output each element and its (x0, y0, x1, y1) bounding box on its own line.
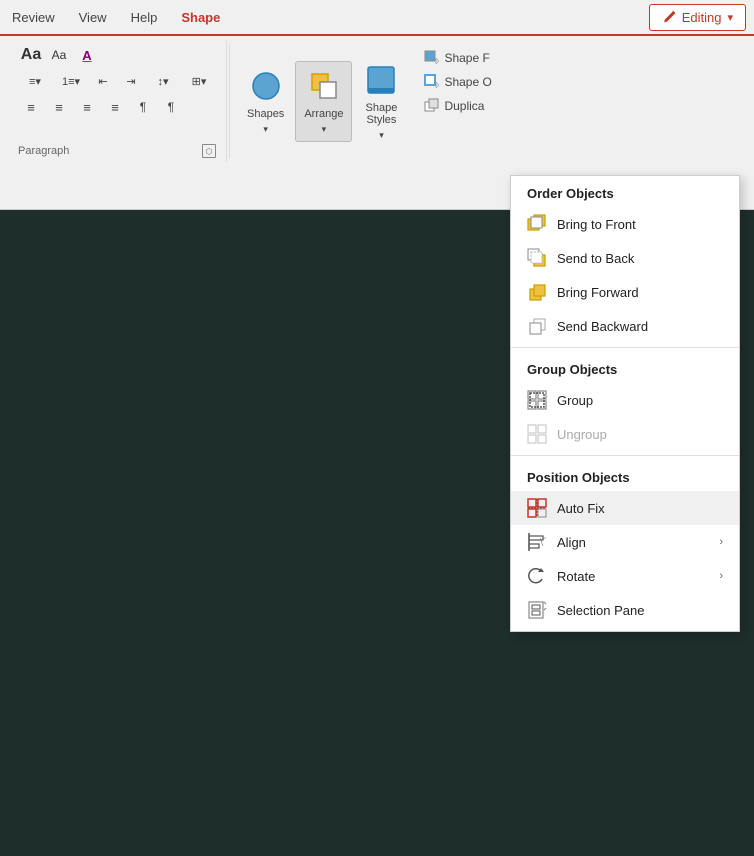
indent-decrease-icon: ⇤ (98, 75, 107, 88)
send-backward-label: Send Backward (557, 319, 648, 334)
indent-decrease-btn[interactable]: ⇤ (90, 70, 116, 92)
bring-front-icon (527, 214, 547, 234)
send-to-back-item[interactable]: Send to Back (511, 241, 739, 275)
shape-fill-label: Shape F (444, 51, 489, 65)
pencil-icon (662, 10, 676, 24)
align-left-icon: ≡ (27, 100, 35, 115)
tab-review[interactable]: Review (0, 4, 67, 31)
ungroup-icon (527, 424, 547, 444)
align-right-icon: ≡ (83, 100, 91, 115)
font-color-btn[interactable]: A (74, 44, 100, 66)
group-label: Group (557, 393, 593, 408)
shape-outline-icon (424, 74, 440, 90)
auto-fix-icon (527, 498, 547, 518)
tab-help[interactable]: Help (119, 4, 170, 31)
selection-pane-icon (527, 600, 547, 620)
shapes-chevron: ▾ (263, 124, 268, 135)
divider-2 (511, 455, 739, 456)
line-spacing-btn[interactable]: ↕▾ (146, 70, 180, 92)
arrange-dropdown: Order Objects Bring to Front Send to Bac… (510, 175, 740, 632)
ungroup-item[interactable]: Ungroup (511, 417, 739, 451)
auto-fix-item[interactable]: Auto Fix (511, 491, 739, 525)
align-icon (527, 532, 547, 552)
rotate-chevron: › (719, 570, 723, 582)
shapes-label: Shapes (247, 108, 284, 120)
tab-shape[interactable]: Shape (169, 4, 232, 31)
shape-styles-btn[interactable]: ShapeStyles ▾ (354, 55, 408, 148)
align-item[interactable]: Align › (511, 525, 739, 559)
shape-outline-label: Shape O (444, 75, 491, 89)
font-size-small-label: Aa (52, 48, 67, 62)
justify-btn[interactable]: ≡ (102, 96, 128, 118)
arrange-chevron: ▾ (322, 124, 327, 135)
bring-forward-item[interactable]: Bring Forward (511, 275, 739, 309)
group-icon (527, 390, 547, 410)
order-objects-header: Order Objects (511, 176, 739, 207)
send-to-back-label: Send to Back (557, 251, 634, 266)
separator-1 (229, 44, 230, 158)
shape-styles-icon (363, 62, 399, 98)
ltr-btn[interactable]: ¶ (158, 96, 184, 118)
rotate-icon (527, 566, 547, 586)
ungroup-label: Ungroup (557, 427, 607, 442)
align-chevron: › (719, 536, 723, 548)
paragraph-expand-btn[interactable]: ⬡ (202, 144, 216, 158)
tab-view[interactable]: View (67, 4, 119, 31)
indent-increase-btn[interactable]: ⇥ (118, 70, 144, 92)
ltr-icon: ¶ (168, 100, 174, 114)
send-backward-item[interactable]: Send Backward (511, 309, 739, 343)
numbering-btn[interactable]: 1≡▾ (54, 70, 88, 92)
align-label: Align (557, 535, 586, 550)
arrange-icon (306, 68, 342, 104)
shape-styles-chevron: ▾ (379, 130, 384, 141)
rotate-item[interactable]: Rotate › (511, 559, 739, 593)
columns-icon: ⊞▾ (192, 75, 207, 88)
line-spacing-icon: ↕▾ (157, 75, 168, 88)
shape-outline-btn[interactable]: Shape O (418, 72, 497, 92)
group-item[interactable]: Group (511, 383, 739, 417)
auto-fix-label: Auto Fix (557, 501, 605, 516)
divider-1 (511, 347, 739, 348)
send-backward-icon (527, 316, 547, 336)
selection-pane-label: Selection Pane (557, 603, 644, 618)
bullets-btn[interactable]: ≡▾ (18, 70, 52, 92)
bring-forward-icon (527, 282, 547, 302)
align-left-btn[interactable]: ≡ (18, 96, 44, 118)
shapes-btn[interactable]: Shapes ▾ (238, 61, 293, 142)
position-objects-header: Position Objects (511, 460, 739, 491)
duplicate-btn[interactable]: Duplica (418, 96, 497, 116)
rtl-icon: ¶ (140, 100, 146, 114)
indent-increase-icon: ⇥ (126, 75, 135, 88)
columns-btn[interactable]: ⊞▾ (182, 70, 216, 92)
font-size-large-label: Aa (21, 46, 41, 64)
paragraph-label: Paragraph (18, 145, 69, 157)
align-center-icon: ≡ (55, 100, 63, 115)
rotate-label: Rotate (557, 569, 595, 584)
bullets-icon: ≡▾ (29, 75, 41, 88)
font-size-small-btn[interactable]: Aa (46, 44, 72, 66)
rtl-btn[interactable]: ¶ (130, 96, 156, 118)
send-back-icon (527, 248, 547, 268)
font-color-label: A (82, 48, 91, 63)
group-objects-header: Group Objects (511, 352, 739, 383)
shape-fill-btn[interactable]: Shape F (418, 48, 497, 68)
font-size-large-btn[interactable]: Aa (18, 44, 44, 66)
expand-icon: ⬡ (206, 147, 213, 156)
duplicate-icon (424, 98, 440, 114)
bring-to-front-label: Bring to Front (557, 217, 636, 232)
align-right-btn[interactable]: ≡ (74, 96, 100, 118)
shape-fill-icon (424, 50, 440, 66)
duplicate-label: Duplica (444, 99, 484, 113)
shapes-icon (248, 68, 284, 104)
selection-pane-item[interactable]: Selection Pane (511, 593, 739, 627)
editing-button[interactable]: Editing ▾ (649, 4, 746, 31)
bring-forward-label: Bring Forward (557, 285, 639, 300)
justify-icon: ≡ (111, 100, 119, 115)
arrange-btn[interactable]: Arrange ▾ (295, 61, 352, 142)
numbering-icon: 1≡▾ (62, 75, 80, 88)
shape-styles-label: ShapeStyles (366, 102, 398, 126)
align-center-btn[interactable]: ≡ (46, 96, 72, 118)
arrange-label: Arrange (304, 108, 343, 120)
bring-to-front-item[interactable]: Bring to Front (511, 207, 739, 241)
